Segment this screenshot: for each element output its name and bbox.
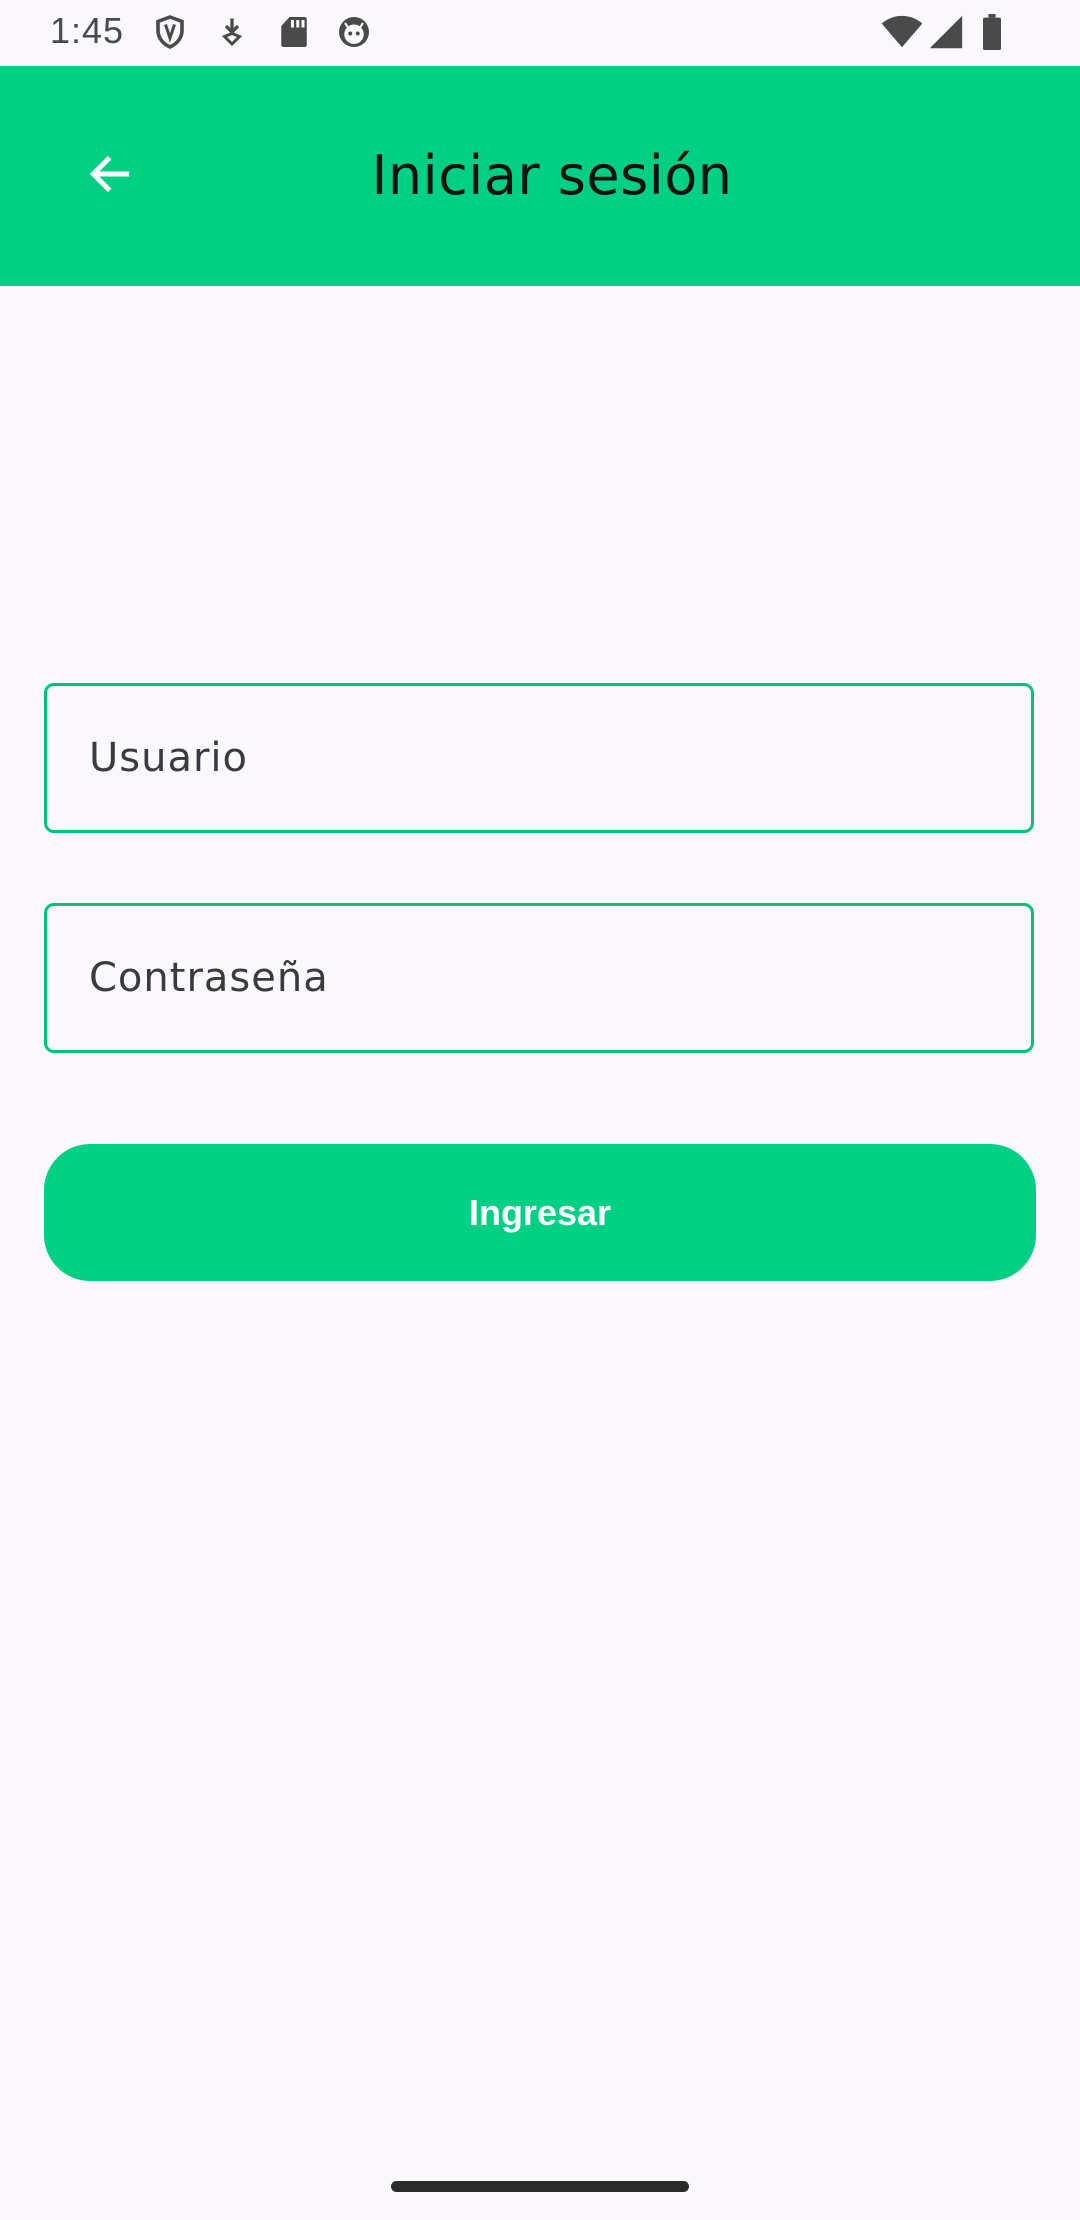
status-time: 1:45 xyxy=(50,10,125,51)
login-button[interactable]: Ingresar xyxy=(44,1144,1036,1281)
signal-icon xyxy=(928,14,964,50)
home-indicator[interactable] xyxy=(391,2181,689,2192)
username-field[interactable] xyxy=(44,683,1034,833)
shield-icon xyxy=(152,14,188,50)
download-icon xyxy=(214,14,250,50)
battery-icon xyxy=(980,14,1004,50)
status-bar: 1:45 xyxy=(0,0,1080,66)
login-screen: 1:45 Iniciar sesión Usuario Ingresar xyxy=(0,0,1080,2220)
cat-face-icon xyxy=(336,14,372,50)
app-bar: Iniciar sesión xyxy=(0,66,1080,286)
username-input[interactable] xyxy=(89,686,989,830)
page-title: Iniciar sesión xyxy=(371,144,733,207)
password-field[interactable] xyxy=(44,903,1034,1053)
password-input[interactable] xyxy=(89,906,989,1050)
sd-card-icon xyxy=(276,14,312,50)
wifi-icon xyxy=(880,14,924,50)
